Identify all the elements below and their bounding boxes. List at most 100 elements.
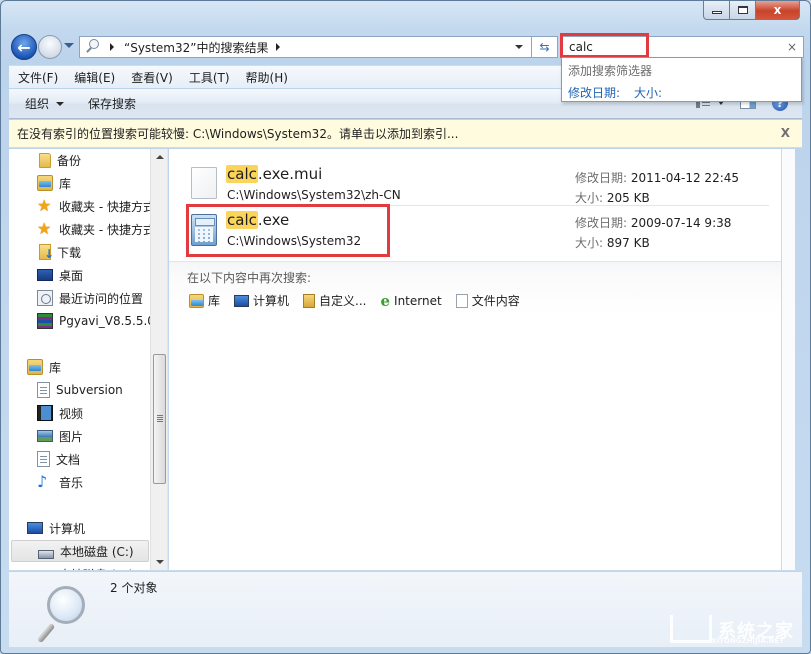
file-name-rest: .exe.mui — [257, 165, 323, 183]
filter-date-modified[interactable]: 修改日期: — [568, 84, 620, 101]
modified-value: 2009-07-14 9:38 — [630, 216, 732, 230]
drive-icon — [38, 549, 54, 559]
sidebar-item-recent-places[interactable]: 最近访问的位置 — [37, 287, 143, 309]
search-again-libraries[interactable]: 库 — [189, 292, 220, 309]
sidebar-item-label: 计算机 — [49, 521, 86, 536]
results-pane-edge — [781, 149, 795, 570]
internet-explorer-icon: e — [380, 291, 391, 310]
music-icon: ♪ — [37, 472, 48, 491]
link-label: 自定义... — [319, 294, 367, 308]
link-label: 文件内容 — [471, 294, 520, 308]
minimize-button[interactable] — [703, 1, 730, 20]
sidebar-group-computer[interactable]: 计算机 — [27, 517, 85, 539]
filter-size[interactable]: 大小: — [634, 84, 662, 101]
sidebar-item-local-disk-c[interactable]: 本地磁盘 (C:) — [11, 540, 149, 562]
sidebar-item-desktop[interactable]: 桌面 — [37, 264, 83, 286]
sidebar-item-label: 文档 — [56, 452, 81, 467]
menu-edit[interactable]: 编辑(E) — [65, 69, 122, 86]
file-icon — [191, 167, 217, 199]
address-history-dropdown[interactable] — [515, 45, 523, 49]
link-label: 计算机 — [253, 294, 290, 308]
modified-value: 2011-04-12 22:45 — [630, 171, 740, 185]
scroll-down-icon[interactable] — [156, 560, 164, 564]
link-label: 库 — [208, 294, 221, 308]
navigation-pane: 备份 库 ★ 收藏夹 - 快捷方式 ★ 收藏夹 - 快捷方式 下载 桌面 最近访问的… — [9, 149, 168, 570]
forward-button[interactable] — [38, 35, 62, 59]
result-file-name[interactable]: calc.exe.mui — [226, 165, 322, 183]
sidebar-item-music[interactable]: ♪ 音乐 — [37, 471, 83, 493]
search-again-custom[interactable]: 自定义... — [303, 292, 366, 309]
sidebar-item-local-disk-d[interactable]: 本地磁盘 (D:) — [37, 563, 133, 571]
organize-label: 组织 — [25, 97, 50, 111]
index-info-bar[interactable]: 在没有索引的位置搜索可能较慢: C:\Windows\System32。请单击以… — [9, 120, 802, 148]
item-count: 2 个对象 — [110, 581, 158, 595]
maximize-icon — [737, 6, 748, 14]
sidebar-item-downloads[interactable]: 下载 — [37, 241, 81, 263]
sidebar-item-subversion[interactable]: Subversion — [37, 379, 123, 401]
sidebar-item-label: 收藏夹 - 快捷方式 — [59, 222, 155, 237]
breadcrumb-chevron-icon[interactable] — [110, 43, 114, 51]
info-bar-close-icon[interactable]: X — [781, 126, 790, 140]
search-again-section: 在以下内容中再次搜索: 库 计算机 自定义... e Internet 文件内容 — [169, 261, 781, 317]
sidebar-group-libraries[interactable]: 库 — [27, 356, 61, 378]
back-button[interactable]: ← — [11, 34, 37, 60]
sidebar-item-documents[interactable]: 文档 — [37, 448, 80, 470]
explorer-window: x ← “System32”中的搜索结果 ⇆ × 文件(F) 编辑(E) 查看(… — [0, 0, 811, 654]
close-icon: x — [773, 3, 782, 17]
organize-button[interactable]: 组织 — [9, 95, 72, 112]
sidebar-item-label: 最近访问的位置 — [59, 291, 144, 306]
modified-label: 修改日期: — [575, 216, 628, 230]
document-library-icon — [37, 382, 50, 398]
search-again-internet[interactable]: e Internet — [380, 292, 441, 309]
menu-file[interactable]: 文件(F) — [9, 69, 65, 86]
scroll-up-icon[interactable] — [156, 155, 164, 159]
sidebar-item-favorites-shortcut-2[interactable]: ★ 收藏夹 - 快捷方式 — [37, 218, 155, 240]
recent-pages-dropdown[interactable] — [64, 43, 74, 48]
search-again-computer[interactable]: 计算机 — [234, 292, 289, 309]
sidebar-item-pictures[interactable]: 图片 — [37, 425, 83, 447]
watermark: 系统之家 XITONGZHIJIA.NET — [670, 615, 794, 645]
sidebar-item-pgyavi[interactable]: Pgyavi_V8.5.5.0_ — [37, 310, 161, 332]
search-again-file-contents[interactable]: 文件内容 — [455, 292, 520, 309]
search-match-highlight: calc — [226, 165, 258, 183]
sidebar-item-backup[interactable]: 备份 — [37, 149, 81, 171]
sidebar-item-favorites-shortcut-1[interactable]: ★ 收藏夹 - 快捷方式 — [37, 195, 155, 217]
desktop-icon — [37, 269, 53, 281]
size-value: 205 KB — [606, 191, 650, 205]
sidebar-item-videos[interactable]: 视频 — [37, 402, 83, 424]
scrollbar-thumb[interactable] — [153, 354, 166, 484]
search-magnifier-icon — [33, 582, 93, 646]
clear-search-icon[interactable]: × — [787, 40, 797, 54]
caption-buttons: x — [703, 1, 800, 21]
details-pane: 2 个对象 系统之家 XITONGZHIJIA.NET — [9, 571, 802, 647]
save-search-button[interactable]: 保存搜索 — [72, 95, 144, 112]
maximize-button[interactable] — [730, 1, 756, 20]
sidebar-item-label: 收藏夹 - 快捷方式 — [59, 199, 155, 214]
breadcrumb-chevron-icon[interactable] — [276, 43, 281, 51]
sidebar-item-label: Pgyavi_V8.5.5.0_ — [59, 314, 161, 328]
sidebar-item-library[interactable]: 库 — [37, 172, 71, 194]
chevron-down-icon — [56, 101, 65, 106]
search-icon — [84, 38, 102, 56]
breadcrumb-current[interactable]: “System32”中的搜索结果 — [124, 39, 268, 56]
minimize-icon — [711, 11, 722, 14]
navigation-pane-scrollbar[interactable] — [150, 149, 167, 570]
refresh-button[interactable]: ⇆ — [532, 36, 558, 58]
result-modified: 修改日期: 2011-04-12 22:45 — [575, 169, 739, 186]
sidebar-item-label: 备份 — [57, 153, 82, 168]
sidebar-item-label: 本地磁盘 (D:) — [59, 566, 133, 571]
annotation-highlight-calc-exe — [186, 204, 390, 257]
size-label: 大小: — [575, 191, 604, 205]
sidebar-item-label: 下载 — [57, 245, 82, 260]
menu-help[interactable]: 帮助(H) — [237, 69, 295, 86]
address-bar[interactable]: “System32”中的搜索结果 — [79, 36, 532, 58]
menu-tools[interactable]: 工具(T) — [180, 69, 237, 86]
link-label: Internet — [394, 293, 442, 308]
menu-view[interactable]: 查看(V) — [122, 69, 180, 86]
sidebar-item-label: 音乐 — [59, 475, 84, 490]
info-bar-message[interactable]: 在没有索引的位置搜索可能较慢: C:\Windows\System32。请单击以… — [17, 125, 458, 142]
close-button[interactable]: x — [756, 1, 800, 20]
sidebar-item-label: 本地磁盘 (C:) — [60, 544, 134, 559]
picture-icon — [37, 430, 53, 442]
result-item[interactable]: calc.exe.mui C:\Windows\System32\zh-CN 修… — [169, 155, 781, 205]
